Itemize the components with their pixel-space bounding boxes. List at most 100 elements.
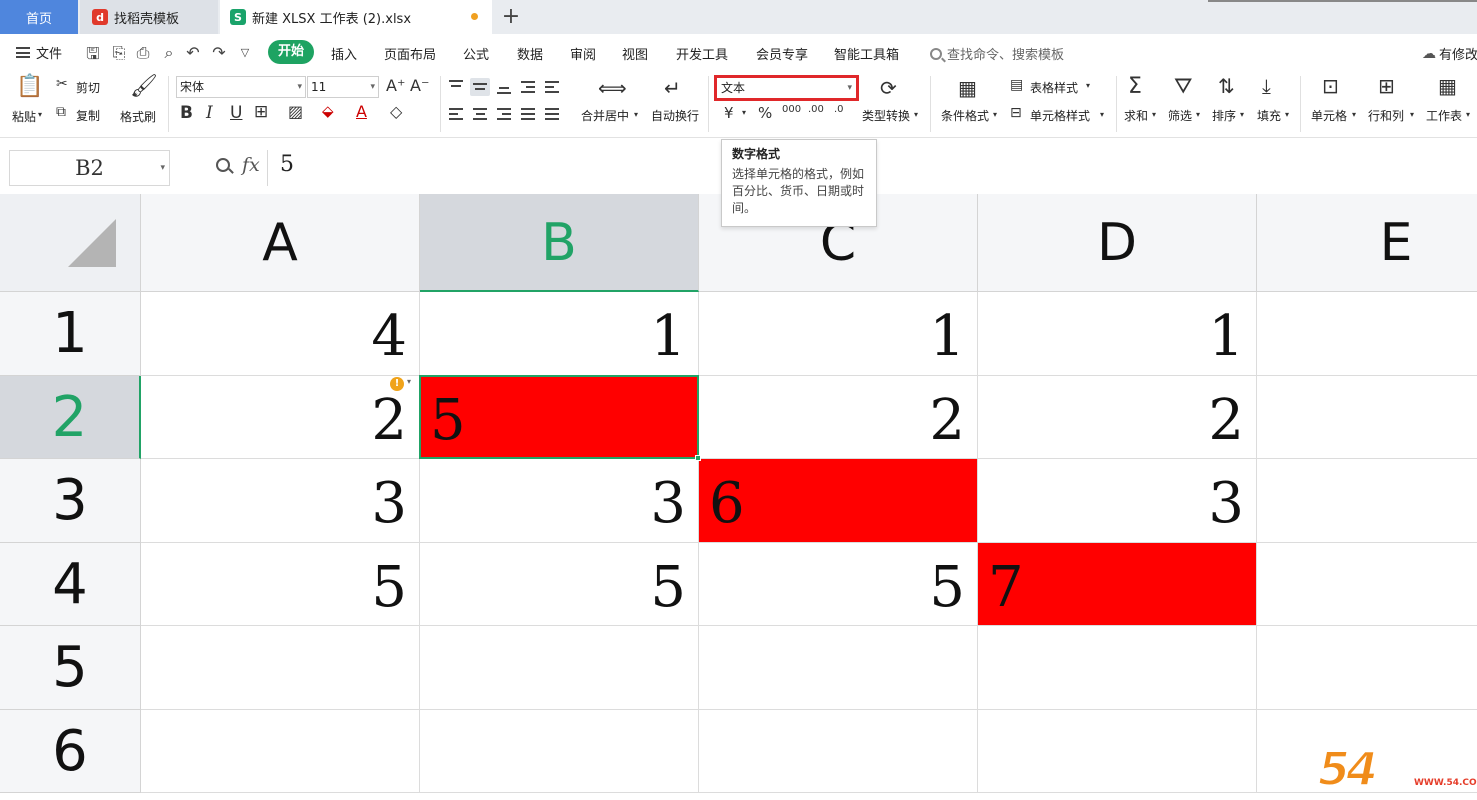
cell-e4[interactable] — [1257, 543, 1477, 626]
border-icon[interactable]: ⊞ — [254, 102, 268, 122]
select-all-corner[interactable] — [0, 194, 141, 292]
chevron-down-icon[interactable]: ▾ — [1100, 110, 1104, 119]
fill-button[interactable]: 填充 — [1257, 107, 1281, 124]
function-icon[interactable]: fx — [242, 154, 260, 176]
distributed-align-icon[interactable] — [542, 106, 562, 124]
cell-c6[interactable] — [699, 709, 978, 793]
thousands-separator-button[interactable]: 000 — [782, 104, 801, 115]
cell-b6[interactable] — [420, 709, 699, 793]
eraser-icon[interactable]: ◇ — [390, 102, 402, 121]
cell-e1[interactable] — [1257, 292, 1477, 376]
table-style-icon[interactable]: ▤ — [1010, 77, 1023, 93]
wrap-text-icon[interactable]: ↵ — [664, 76, 681, 100]
tab-workbook[interactable]: S 新建 XLSX 工作表 (2).xlsx — [220, 0, 492, 34]
row-header-2[interactable]: 2 — [0, 375, 141, 459]
percent-button[interactable]: % — [758, 104, 772, 122]
print-preview-icon[interactable]: ⌕ — [160, 43, 178, 63]
chevron-down-icon[interactable]: ▾ — [914, 110, 918, 119]
tab-data[interactable]: 数据 — [517, 44, 543, 63]
paste-button[interactable]: 粘贴 — [12, 108, 36, 125]
chevron-down-icon[interactable]: ▾ — [407, 377, 411, 386]
row-header-4[interactable]: 4 — [0, 542, 141, 626]
conditional-format-button[interactable]: 条件格式 — [941, 107, 989, 124]
cell-e5[interactable] — [1257, 626, 1477, 710]
tab-member[interactable]: 会员专享 — [756, 44, 808, 63]
column-header-a[interactable]: A — [141, 194, 420, 292]
cell-a5[interactable] — [141, 626, 420, 710]
align-left-icon[interactable] — [446, 106, 466, 124]
decrease-font-icon[interactable]: A⁻ — [410, 76, 429, 95]
cell-d3[interactable]: 3 — [978, 459, 1257, 543]
tab-page-layout[interactable]: 页面布局 — [384, 44, 436, 63]
row-header-1[interactable]: 1 — [0, 292, 141, 376]
chevron-down-icon[interactable]: ▾ — [1086, 81, 1090, 90]
sum-button[interactable]: 求和 — [1124, 107, 1148, 124]
undo-icon[interactable]: ↶ — [184, 43, 202, 62]
cell-c3[interactable]: 6 — [699, 459, 978, 543]
tab-formulas[interactable]: 公式 — [463, 44, 489, 63]
tab-review[interactable]: 审阅 — [570, 44, 596, 63]
row-header-6[interactable]: 6 — [0, 709, 141, 793]
redo-icon[interactable]: ↷ — [210, 43, 228, 62]
sheet-button[interactable]: 工作表 — [1426, 107, 1462, 124]
sheet-icon[interactable]: ▦ — [1438, 74, 1457, 98]
row-header-3[interactable]: 3 — [0, 459, 141, 543]
export-icon[interactable]: ⎘ — [110, 43, 128, 63]
decrease-decimal-button[interactable]: .0 — [834, 104, 844, 115]
formula-input[interactable]: 5 — [280, 152, 294, 177]
cell-a6[interactable] — [141, 709, 420, 793]
indent-increase-icon[interactable] — [542, 78, 562, 96]
sum-icon[interactable]: Σ — [1128, 74, 1142, 99]
format-painter-icon[interactable]: 🖌 — [130, 74, 158, 99]
scissors-icon[interactable]: ✂ — [56, 76, 68, 92]
modified-status[interactable]: ☁ 有修改 — [1422, 44, 1477, 64]
cell-a2[interactable]: 2 — [141, 375, 420, 459]
chevron-down-icon[interactable]: ▾ — [634, 110, 638, 119]
sheet-grid[interactable]: ! ▾ ABCDE1411122522333634555756 — [0, 194, 1477, 800]
chevron-down-icon[interactable]: ▾ — [1240, 110, 1244, 119]
column-header-e[interactable]: E — [1257, 194, 1477, 292]
chevron-down-icon[interactable]: ▾ — [742, 108, 746, 117]
cell-a3[interactable]: 3 — [141, 459, 420, 543]
cell-c1[interactable]: 1 — [699, 292, 978, 376]
sort-button[interactable]: 排序 — [1212, 107, 1236, 124]
cell-button[interactable]: 单元格 — [1311, 107, 1347, 124]
underline-button[interactable]: U — [230, 103, 242, 123]
warning-icon[interactable]: ! — [390, 377, 404, 391]
increase-font-icon[interactable]: A⁺ — [386, 76, 405, 95]
copy-icon[interactable]: ⧉ — [56, 104, 66, 120]
name-box[interactable]: B2 ▾ — [9, 150, 170, 186]
print-icon[interactable]: ⎙ — [134, 43, 152, 63]
chevron-down-icon[interactable]: ▾ — [1410, 110, 1414, 119]
save-icon[interactable]: 🖫 — [84, 43, 102, 70]
indent-decrease-icon[interactable] — [518, 78, 538, 96]
new-tab-button[interactable]: + — [500, 4, 522, 30]
fill-down-icon[interactable]: ⤓ — [1262, 74, 1271, 98]
chevron-down-icon[interactable]: ▾ — [1352, 110, 1356, 119]
italic-button[interactable]: I — [206, 103, 213, 123]
cell-b5[interactable] — [420, 626, 699, 710]
chevron-down-icon[interactable]: ▾ — [1152, 110, 1156, 119]
tab-view[interactable]: 视图 — [622, 44, 648, 63]
paste-icon[interactable]: 📋 — [16, 74, 43, 99]
file-menu-button[interactable]: 文件 — [16, 43, 62, 62]
merge-cells-icon[interactable]: ⟺ — [598, 76, 627, 100]
increase-decimal-button[interactable]: .00 — [808, 104, 824, 115]
conditional-format-icon[interactable]: ▦ — [958, 76, 977, 100]
zoom-icon[interactable] — [216, 158, 230, 172]
cell-d6[interactable] — [978, 709, 1257, 793]
cut-button[interactable]: 剪切 — [76, 79, 100, 96]
align-bottom-icon[interactable] — [494, 78, 514, 96]
sort-icon[interactable]: ⇅ — [1218, 74, 1235, 98]
cell-d4[interactable]: 7 — [978, 542, 1257, 626]
number-format-select[interactable]: 文本 ▾ — [714, 75, 859, 101]
tab-insert[interactable]: 插入 — [331, 44, 357, 63]
copy-button[interactable]: 复制 — [76, 107, 100, 124]
merge-center-button[interactable]: 合并居中 — [581, 107, 629, 124]
cell-d5[interactable] — [978, 626, 1257, 710]
cell-d1[interactable]: 1 — [978, 292, 1257, 376]
fill-color-icon[interactable]: ⬙ — [322, 102, 334, 120]
column-header-b[interactable]: B — [420, 194, 699, 292]
table-style-button[interactable]: 表格样式 — [1030, 79, 1078, 96]
type-convert-button[interactable]: 类型转换 — [862, 107, 910, 124]
